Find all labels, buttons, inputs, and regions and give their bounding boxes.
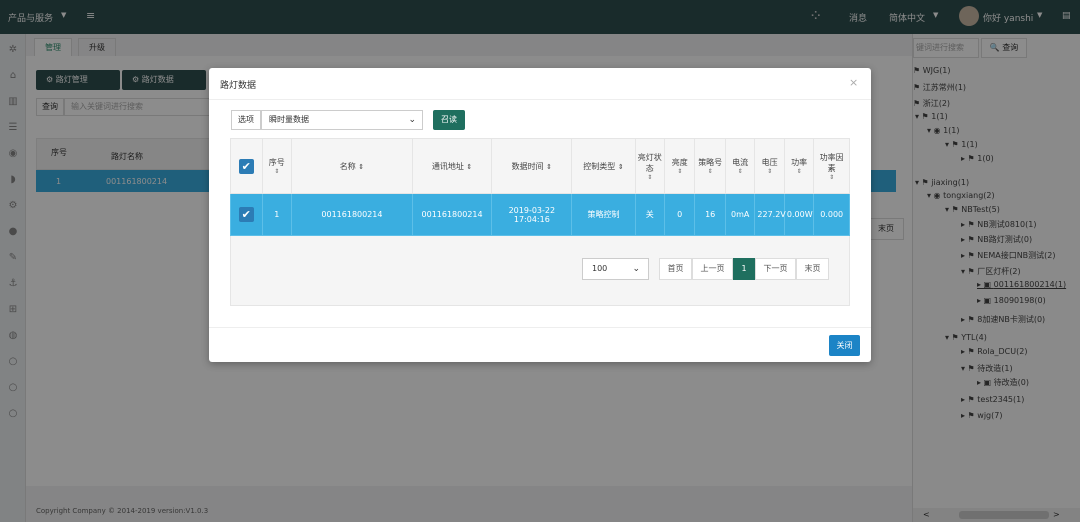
read-button[interactable]: 召读 [433, 110, 465, 130]
cell-strategy: 16 [694, 193, 726, 236]
cell-address: 001161800214 [411, 193, 493, 236]
column-address[interactable]: 通讯地址 ⇕ [411, 138, 493, 194]
option-select[interactable]: 瞬时量数据 ⌄ [261, 110, 423, 130]
last-page-button[interactable]: 末页 [796, 258, 829, 280]
column-datetime[interactable]: 数据时间 ⇕ [491, 138, 573, 194]
cell-power-factor: 0.000 [813, 193, 850, 236]
page-1-button[interactable]: 1 [733, 258, 755, 280]
cell-index: 1 [261, 193, 292, 236]
option-selected: 瞬时量数据 [269, 115, 309, 124]
column-brightness[interactable]: 亮度 ⇕ [663, 138, 696, 194]
close-icon[interactable]: × [849, 76, 858, 89]
prev-page-button[interactable]: 上一页 [692, 258, 733, 280]
column-strategy[interactable]: 策略号 ⇕ [694, 138, 726, 194]
cell-name: 001161800214 [290, 193, 413, 236]
modal-header: 路灯数据 × [209, 68, 871, 100]
table-header-row: ✔ 序号 ⇕ 名称 ⇕ 通讯地址 ⇕ 数据时间 ⇕ 控制类型 ⇕ 亮灯状态 ⇕ 亮度… [230, 138, 850, 194]
column-voltage[interactable]: 电压 ⇕ [754, 138, 785, 194]
cell-control-type: 策略控制 [571, 193, 636, 236]
table-row[interactable]: ✔ 1 001161800214 001161800214 2019-03-22… [230, 193, 850, 236]
cell-power: 0.00W [783, 193, 815, 236]
close-button[interactable]: 关闭 [829, 335, 860, 356]
next-page-button[interactable]: 下一页 [755, 258, 796, 280]
option-label: 选项 [231, 110, 261, 130]
row-checkbox[interactable]: ✔ [230, 193, 263, 236]
column-power[interactable]: 功率 ⇕ [783, 138, 815, 194]
column-index[interactable]: 序号 ⇕ [261, 138, 292, 194]
cell-current: 0mA [724, 193, 756, 236]
cell-voltage: 227.2V [754, 193, 786, 236]
divider [209, 327, 871, 328]
column-control-type[interactable]: 控制类型 ⇕ [571, 138, 636, 194]
column-light-state[interactable]: 亮灯状态 ⇕ [634, 138, 665, 194]
check-icon[interactable]: ✔ [238, 158, 254, 174]
cell-datetime: 2019-03-22 17:04:16 [491, 193, 573, 236]
cell-brightness: 0 [663, 193, 696, 236]
column-power-factor[interactable]: 功率因素 ⇕ [813, 138, 850, 194]
cell-light-state: 关 [634, 193, 665, 236]
column-current[interactable]: 电流 ⇕ [724, 138, 756, 194]
select-all-checkbox[interactable]: ✔ [230, 138, 263, 194]
column-name[interactable]: 名称 ⇕ [290, 138, 413, 194]
data-table: ✔ 序号 ⇕ 名称 ⇕ 通讯地址 ⇕ 数据时间 ⇕ 控制类型 ⇕ 亮灯状态 ⇕ 亮度… [230, 138, 850, 236]
streetlight-data-modal: 路灯数据 × 选项 瞬时量数据 ⌄ 召读 ✔ 序号 ⇕ 名称 ⇕ 通讯地址 ⇕ 数… [209, 68, 871, 362]
chevron-down-icon: ⌄ [632, 264, 640, 274]
page-size-select[interactable]: 100 ⌄ [582, 258, 649, 280]
check-icon[interactable]: ✔ [238, 207, 254, 222]
modal-title: 路灯数据 [220, 81, 257, 91]
first-page-button[interactable]: 首页 [659, 258, 692, 280]
chevron-down-icon: ⌄ [408, 115, 416, 125]
